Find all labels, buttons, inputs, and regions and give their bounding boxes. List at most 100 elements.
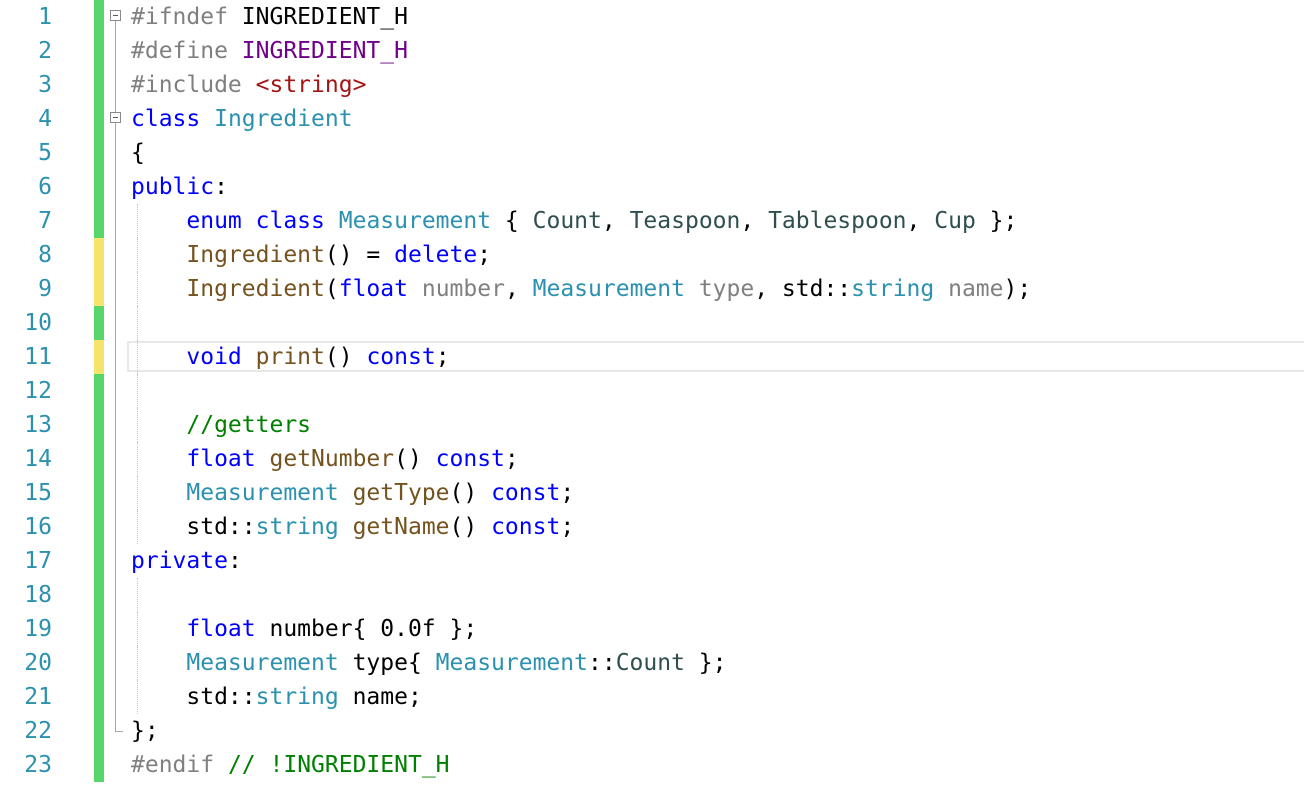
code-token: () xyxy=(449,480,492,506)
line-number: 21 xyxy=(24,684,52,710)
code-token: INGREDIENT_H xyxy=(241,38,408,64)
line-number: 20 xyxy=(24,650,52,676)
fold-region-line xyxy=(115,646,116,680)
code-line[interactable]: 3 #include <string> xyxy=(0,68,1304,102)
code-line[interactable]: 12 xyxy=(0,374,1304,408)
code-text[interactable]: Ingredient() = delete; xyxy=(131,238,491,272)
code-text[interactable]: { xyxy=(131,136,145,170)
code-token: () xyxy=(394,446,436,472)
code-line[interactable]: 15 Measurement getType() const; xyxy=(0,476,1304,510)
code-token: :: xyxy=(587,650,616,676)
code-token: , std:: xyxy=(754,276,852,302)
code-text[interactable]: float getNumber() const; xyxy=(131,442,518,476)
code-token: class xyxy=(255,208,325,234)
saved-change-marker xyxy=(94,748,104,782)
code-token: Tablespoon xyxy=(768,208,907,234)
code-token: number{ 0.0f }; xyxy=(255,616,478,642)
code-editor[interactable]: 1 #ifndef INGREDIENT_H 2 #define INGREDIENT… xyxy=(0,0,1304,789)
code-text[interactable]: }; xyxy=(131,714,159,748)
code-line[interactable]: 7 enum class Measurement { Count, Teaspo… xyxy=(0,204,1304,238)
code-text[interactable]: #endif // !INGREDIENT_H xyxy=(131,748,450,782)
code-line[interactable]: 13 //getters xyxy=(0,408,1304,442)
code-token: float xyxy=(186,616,256,642)
line-number: 11 xyxy=(24,344,52,370)
code-token: }; xyxy=(131,718,159,744)
code-line[interactable]: 1 #ifndef INGREDIENT_H xyxy=(0,0,1304,34)
code-token: : xyxy=(214,174,228,200)
code-line[interactable]: 8 Ingredient() = delete; xyxy=(0,238,1304,272)
code-token: ; xyxy=(435,344,450,370)
code-token: , xyxy=(601,208,630,234)
code-text[interactable]: class Ingredient xyxy=(131,102,353,136)
code-token: , xyxy=(504,276,533,302)
saved-change-marker xyxy=(94,68,104,102)
code-token: name xyxy=(948,276,1004,302)
code-line[interactable]: 5{ xyxy=(0,136,1304,170)
code-token: ; xyxy=(560,480,575,506)
code-line[interactable]: 22}; xyxy=(0,714,1304,748)
code-text[interactable]: Measurement type{ Measurement::Count }; xyxy=(131,646,726,680)
fold-region-end xyxy=(115,731,123,732)
fold-region-line xyxy=(115,306,116,340)
code-text[interactable]: Ingredient(float number, Measurement typ… xyxy=(131,272,1031,306)
saved-change-marker xyxy=(94,510,104,544)
code-line[interactable]: 9 Ingredient(float number, Measurement t… xyxy=(0,272,1304,306)
code-text[interactable]: void print() const; xyxy=(131,340,450,374)
code-text[interactable]: private: xyxy=(131,544,242,578)
code-text[interactable]: #define INGREDIENT_H xyxy=(131,34,408,68)
line-number: 15 xyxy=(24,480,52,506)
code-token: const xyxy=(366,344,436,370)
code-text[interactable]: Measurement getType() const; xyxy=(131,476,574,510)
code-token: type{ xyxy=(338,650,436,676)
saved-change-marker xyxy=(94,0,104,34)
code-line[interactable]: 10 xyxy=(0,306,1304,340)
code-line[interactable]: 19 float number{ 0.0f }; xyxy=(0,612,1304,646)
code-token: float xyxy=(186,446,256,472)
code-line[interactable]: 4 class Ingredient xyxy=(0,102,1304,136)
collapse-toggle-icon[interactable] xyxy=(110,10,121,21)
code-text[interactable]: public: xyxy=(131,170,228,204)
code-line[interactable]: 20 Measurement type{ Measurement::Count … xyxy=(0,646,1304,680)
fold-region-line xyxy=(115,238,116,272)
code-line[interactable]: 6 public: xyxy=(0,170,1304,204)
code-token: print xyxy=(255,344,325,370)
code-text[interactable]: std::string getName() const; xyxy=(131,510,574,544)
code-token: Measurement xyxy=(338,208,492,234)
code-line[interactable]: 16 std::string getName() const; xyxy=(0,510,1304,544)
code-token: private xyxy=(131,548,228,574)
code-line[interactable]: 18 xyxy=(0,578,1304,612)
collapse-toggle-icon[interactable] xyxy=(110,112,121,123)
fold-region-line xyxy=(115,680,116,714)
code-text[interactable]: std::string name; xyxy=(131,680,422,714)
code-token: const xyxy=(491,514,561,540)
saved-change-marker xyxy=(94,136,104,170)
code-line[interactable]: 14 float getNumber() const; xyxy=(0,442,1304,476)
code-token: Measurement xyxy=(186,650,339,676)
code-token: , xyxy=(906,208,935,234)
code-text[interactable]: //getters xyxy=(131,408,311,442)
fold-region-line xyxy=(115,102,116,112)
line-number: 1 xyxy=(38,4,52,30)
code-text[interactable]: enum class Measurement { Count, Teaspoon… xyxy=(131,204,1017,238)
code-text[interactable]: #include <string> xyxy=(131,68,366,102)
code-token: public xyxy=(131,174,215,200)
code-line[interactable]: 2 #define INGREDIENT_H xyxy=(0,34,1304,68)
code-text[interactable]: #ifndef INGREDIENT_H xyxy=(131,0,408,34)
code-line[interactable]: 21 std::string name; xyxy=(0,680,1304,714)
code-line[interactable]: 23 #endif // !INGREDIENT_H xyxy=(0,748,1304,782)
code-token: Teaspoon xyxy=(629,208,741,234)
fold-region-line xyxy=(115,612,116,646)
code-text[interactable]: float number{ 0.0f }; xyxy=(131,612,477,646)
code-token: getNumber xyxy=(269,446,395,472)
line-number: 9 xyxy=(38,276,52,302)
code-token: name; xyxy=(338,684,422,710)
code-token: std:: xyxy=(131,514,256,540)
fold-region-line xyxy=(115,442,116,476)
code-line[interactable]: 17 private: xyxy=(0,544,1304,578)
code-line[interactable]: 11 void print() const; xyxy=(0,340,1304,374)
